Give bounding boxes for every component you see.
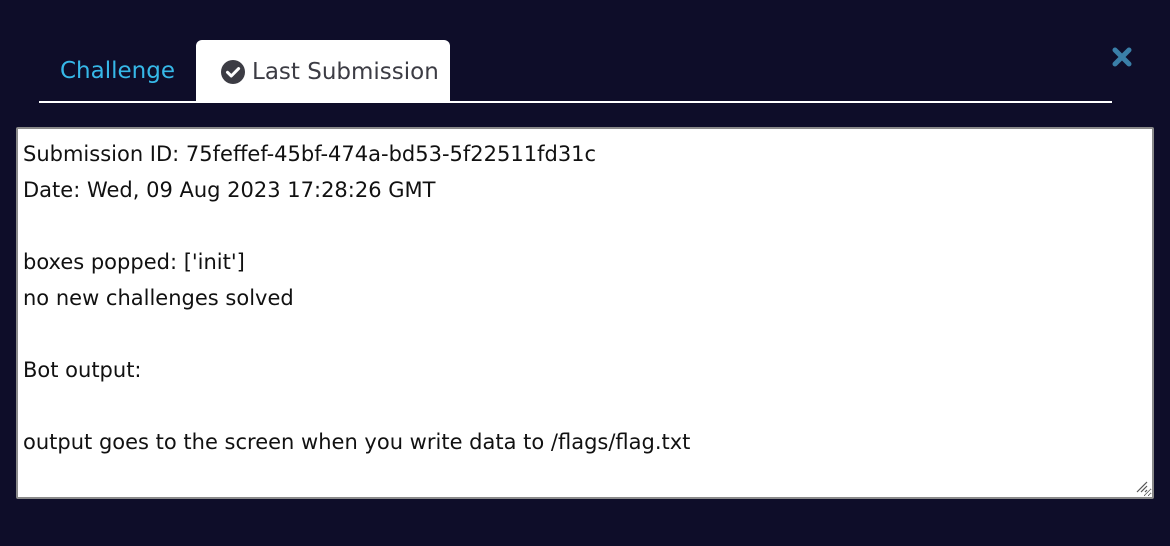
tab-bar: Challenge Last Submission xyxy=(39,40,1112,103)
tab-last-submission-label: Last Submission xyxy=(252,58,439,85)
submission-modal: Challenge Last Submission Submission ID:… xyxy=(0,0,1170,546)
close-icon xyxy=(1112,47,1132,67)
bot-output-text: output goes to the screen when you write… xyxy=(23,430,691,454)
boxes-popped-line: boxes popped: ['init'] xyxy=(23,250,245,274)
close-button[interactable] xyxy=(1111,46,1133,68)
submission-date-line: Date: Wed, 09 Aug 2023 17:28:26 GMT xyxy=(23,178,436,202)
challenges-solved-line: no new challenges solved xyxy=(23,286,294,310)
tab-challenge-label: Challenge xyxy=(60,57,175,84)
submission-output[interactable]: Submission ID: 75feffef-45bf-474a-bd53-5… xyxy=(16,127,1154,499)
submission-id-line: Submission ID: 75feffef-45bf-474a-bd53-5… xyxy=(23,142,597,166)
check-circle-icon xyxy=(221,59,245,84)
tab-last-submission[interactable]: Last Submission xyxy=(196,40,450,103)
resize-grip-icon[interactable] xyxy=(1134,479,1148,493)
tab-challenge[interactable]: Challenge xyxy=(39,40,196,101)
bot-output-heading: Bot output: xyxy=(23,358,142,382)
